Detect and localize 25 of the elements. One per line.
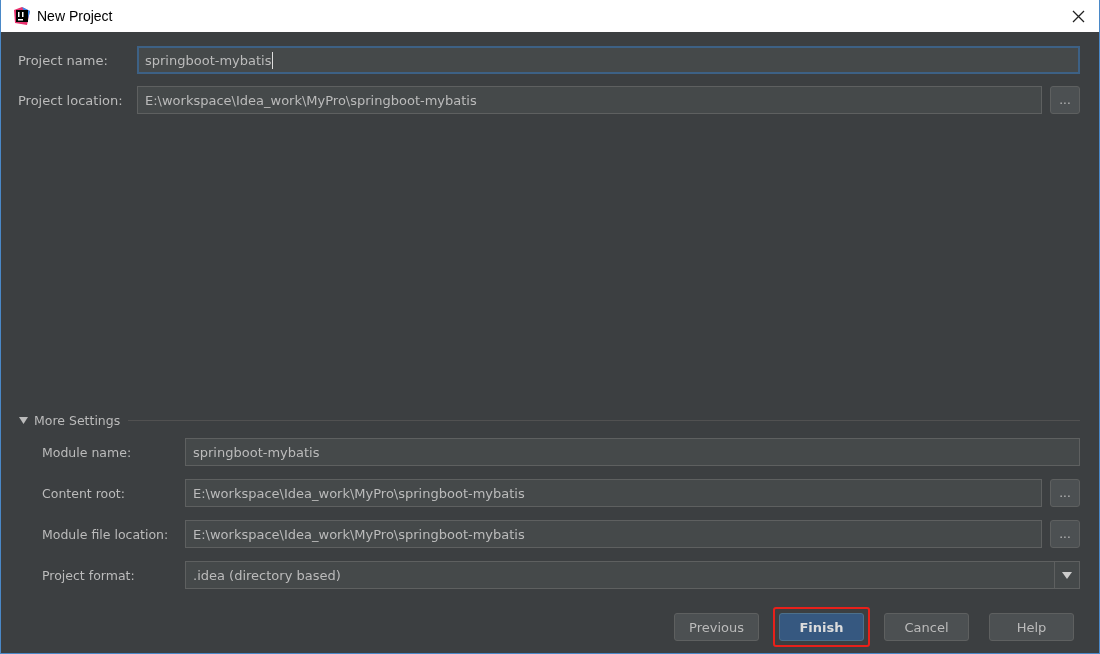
field-label: Module file location: xyxy=(42,526,170,542)
input-field[interactable]: springboot-mybatis xyxy=(137,46,1080,74)
field-label: Project location: xyxy=(18,92,124,108)
app-logo-icon xyxy=(13,7,31,25)
field-label: Project format: xyxy=(42,567,136,583)
field-label: Content root: xyxy=(42,485,126,501)
dialog-button[interactable]: Finish xyxy=(779,613,864,641)
window-title: New Project xyxy=(37,8,114,24)
input-field[interactable]: E:\workspace\Idea_work\MyPro\springboot-mybatis xyxy=(185,479,1042,507)
browse-button[interactable]: ... xyxy=(1050,86,1080,114)
field-label: Project name: xyxy=(18,52,109,68)
input-field[interactable]: E:\workspace\Idea_work\MyPro\springboot-mybatis xyxy=(185,520,1042,548)
dropdown-arrow-icon xyxy=(1062,571,1072,579)
dialog-button[interactable]: Previous xyxy=(674,613,759,641)
browse-button[interactable]: ... xyxy=(1050,520,1080,548)
dialog-button[interactable]: Help xyxy=(989,613,1074,641)
dropdown-field[interactable]: .idea (directory based) xyxy=(185,561,1080,589)
close-icon[interactable] xyxy=(1072,9,1085,23)
expand-triangle-icon[interactable] xyxy=(19,416,28,425)
input-field[interactable]: springboot-mybatis xyxy=(185,438,1080,466)
dialog-button[interactable]: Cancel xyxy=(884,613,969,641)
browse-button[interactable]: ... xyxy=(1050,479,1080,507)
field-label: Module name: xyxy=(42,444,133,460)
input-field[interactable]: E:\workspace\Idea_work\MyPro\springboot-mybatis xyxy=(137,86,1042,114)
section-title[interactable]: More Settings xyxy=(34,413,121,428)
